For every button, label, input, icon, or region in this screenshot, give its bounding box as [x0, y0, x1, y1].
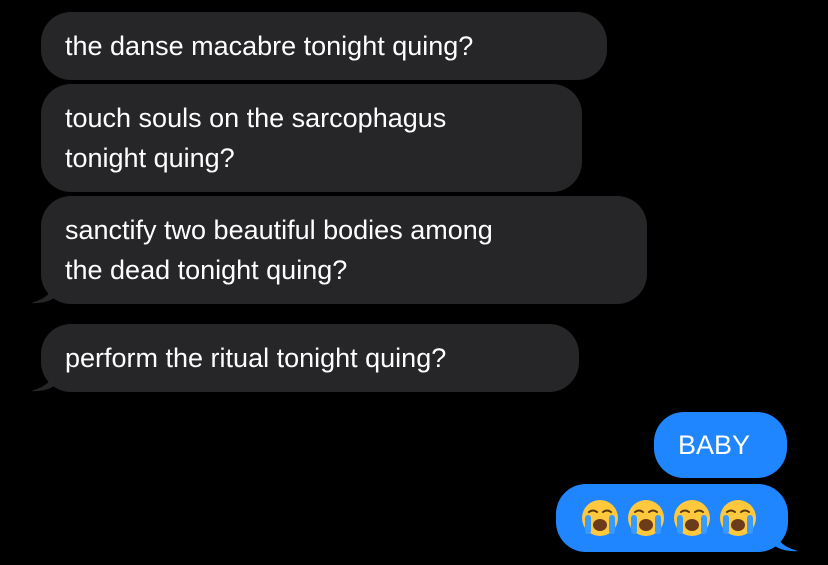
bubble-tail-icon: [31, 368, 57, 392]
incoming-message-bubble[interactable]: the danse macabre tonight quing?: [41, 12, 607, 80]
incoming-message-bubble[interactable]: sanctify two beautiful bodies among the …: [31, 196, 647, 304]
emoji-row: [580, 498, 764, 538]
message-text: tonight quing?: [65, 143, 235, 173]
bubble-tail-icon: [772, 528, 798, 552]
message-text: touch souls on the sarcophagus: [65, 103, 447, 133]
incoming-message-bubble[interactable]: touch souls on the sarcophagus tonight q…: [41, 84, 582, 192]
message-text: BABY: [678, 430, 751, 460]
loudly-crying-face-icon: [582, 500, 618, 536]
loudly-crying-face-icon: [674, 500, 710, 536]
outgoing-message-bubble[interactable]: [556, 484, 798, 552]
message-text: the danse macabre tonight quing?: [65, 31, 474, 61]
outgoing-message-bubble[interactable]: BABY: [654, 412, 787, 478]
message-text: sanctify two beautiful bodies among: [65, 215, 493, 245]
message-text: the dead tonight quing?: [65, 255, 348, 285]
loudly-crying-face-icon: [628, 500, 664, 536]
incoming-message-bubble[interactable]: perform the ritual tonight quing?: [31, 324, 579, 392]
loudly-crying-face-icon: [720, 500, 756, 536]
bubble-tail-icon: [31, 280, 57, 304]
message-text: perform the ritual tonight quing?: [65, 343, 447, 373]
